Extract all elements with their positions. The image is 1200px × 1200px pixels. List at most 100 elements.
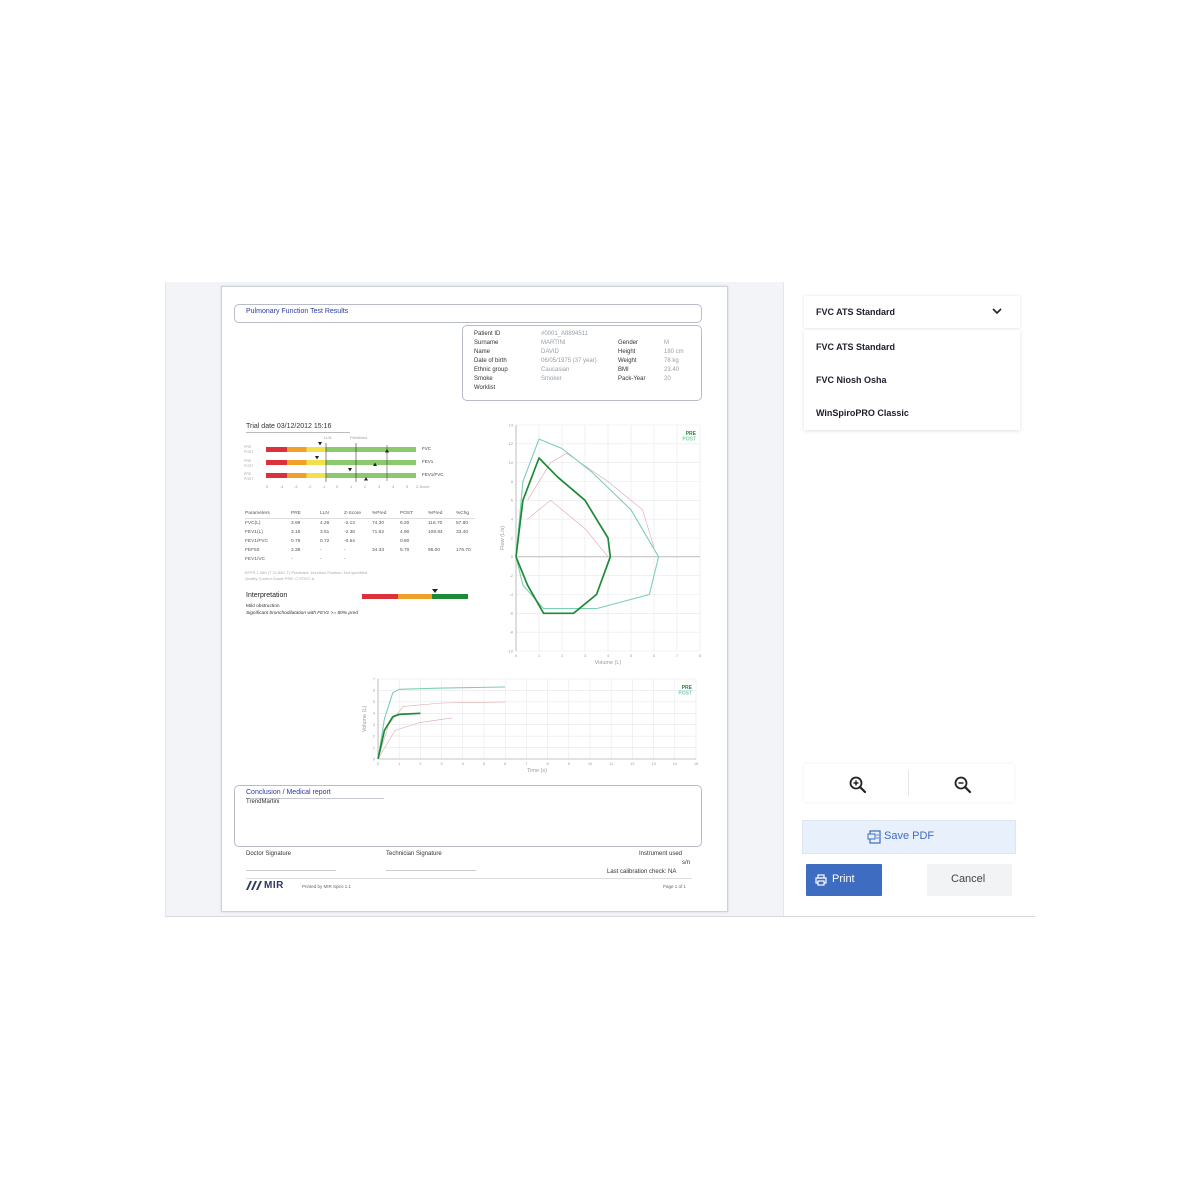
cell: - (344, 548, 346, 553)
y-tick-label: 3 (373, 723, 375, 727)
option-label: FVC Niosh Osha (816, 375, 887, 385)
cell: FEF50 (245, 548, 260, 553)
patient-label: BMI (618, 367, 629, 373)
dropdown-option-fvc-niosh[interactable]: FVC Niosh Osha (804, 364, 1020, 396)
patient-value: Caucasian (541, 367, 570, 373)
patient-label: Height (618, 349, 636, 355)
x-tick-label: 1 (398, 762, 400, 766)
patient-label: Date of birth (474, 358, 507, 364)
cell: -2.13 (344, 521, 355, 526)
col-header: Z-Score (344, 511, 362, 516)
x-tick-label: 0 (515, 654, 517, 658)
legend-entry: POST (682, 437, 696, 443)
cancel-label: Cancel (951, 873, 986, 885)
y-tick-label: 12 (509, 442, 513, 446)
y-tick-label: 2 (511, 536, 513, 540)
cancel-button[interactable]: Cancel (927, 864, 1012, 896)
cell: 5.70 (400, 548, 410, 553)
cell: 0.72 (320, 539, 330, 544)
x-tick-label: 1 (538, 654, 540, 658)
cell: 33.40 (456, 530, 469, 535)
trial-date-underline (246, 432, 350, 433)
standard-dropdown[interactable]: FVC ATS Standard (804, 296, 1020, 328)
save-pdf-label: Save PDF (884, 830, 935, 842)
legend-entry: POST (678, 691, 692, 697)
cell: -0.54 (344, 539, 355, 544)
trial-date: Trial date 03/12/2012 15:16 (246, 423, 332, 430)
conclusion-title: Conclusion / Medical report (246, 789, 331, 796)
cell: 176.70 (456, 548, 471, 553)
cell: - (320, 557, 322, 562)
x-tick-label: 10 (588, 762, 592, 766)
x-tick-label: 3 (441, 762, 443, 766)
x-tick-label: 3 (584, 654, 586, 658)
x-tick-label: 8 (699, 654, 701, 658)
cell: FEV1(L) (245, 530, 263, 535)
cell: 3.15 (291, 530, 301, 535)
dropdown-option-fvc-ats[interactable]: FVC ATS Standard (804, 331, 1020, 363)
cell: - (344, 557, 346, 562)
conclusion-box: Conclusion / Medical report TrendMartini (234, 785, 702, 847)
report-dialog: Pulmonary Function Test Results Patient … (165, 282, 1036, 917)
instrument-label: Instrument used (639, 851, 683, 857)
zoom-out-icon (954, 776, 972, 794)
scale-tick: 2 (364, 485, 367, 489)
patient-label: Worklist (474, 385, 496, 391)
y-tick-label: 6 (511, 499, 513, 503)
y-tick-label: 5 (373, 700, 375, 704)
cell: 4.90 (400, 530, 410, 535)
cell: - (291, 557, 293, 562)
patient-value: DAVID (541, 349, 559, 355)
calibration-check: Last calibration check: NA (607, 869, 677, 875)
cell: 57.80 (456, 521, 469, 526)
y-tick-label: -10 (508, 649, 514, 653)
x-tick-label: 14 (673, 762, 677, 766)
patient-label: Pack-Year (618, 376, 646, 382)
pre-marker (348, 468, 352, 472)
x-tick-label: 15 (694, 762, 698, 766)
zoom-controls (804, 764, 1014, 802)
patient-value: M (664, 340, 669, 346)
pre-marker (318, 442, 322, 446)
zoom-in-icon (849, 776, 867, 794)
col-header: Parameters (245, 511, 270, 516)
cell: FVC(L) (245, 521, 261, 526)
print-button[interactable]: Print (806, 864, 882, 896)
dropdown-option-winspiropro[interactable]: WinSpiroPRO Classic (804, 397, 1020, 429)
dropdown-selected: FVC ATS Standard (816, 307, 896, 317)
col-header: %Pred (428, 511, 443, 516)
patient-value: #0001_A8894511 (541, 331, 588, 337)
x-axis-label: Time (s) (527, 768, 547, 774)
x-tick-label: 0 (377, 762, 379, 766)
volume-time-chart: 0 1 2 3 4 5 6 7 8 9 10 11 12 13 14 1576543210Time (s)Vo… (362, 677, 698, 774)
patient-label: Smoke (474, 376, 493, 382)
patient-label: Ethnic group (474, 367, 508, 373)
post-marker (385, 449, 389, 453)
col-header: PRE (291, 511, 301, 516)
cell: 4.26 (320, 521, 330, 526)
patient-value: 20 (664, 376, 671, 382)
y-tick-label: 2 (373, 734, 375, 738)
y-tick-label: -4 (510, 593, 513, 597)
conclusion-text: TrendMartini (246, 799, 280, 805)
y-tick-label: 8 (511, 480, 513, 484)
zoom-out-button[interactable] (909, 764, 1013, 802)
patient-value: 180 cm (664, 349, 684, 355)
option-label: WinSpiroPRO Classic (816, 408, 909, 418)
save-pdf-button[interactable]: Save PDF (802, 820, 1016, 854)
zoom-in-button[interactable] (804, 764, 908, 802)
table-note: Quality Control Grade PRE: C POST: A (245, 576, 315, 581)
scale-tick: -1 (322, 485, 326, 489)
instrument-sn: s/n (682, 860, 691, 866)
interpretation-line1: Mild obstruction (246, 604, 280, 609)
cell: 74.30 (372, 521, 385, 526)
patient-label: Gender (618, 340, 639, 346)
x-tick-label: 4 (462, 762, 464, 766)
patient-value: 23.40 (664, 367, 680, 373)
reference-curve (527, 500, 609, 557)
x-tick-label: 9 (568, 762, 570, 766)
chevron-down-icon (992, 308, 1002, 315)
x-tick-label: 2 (561, 654, 563, 658)
report-preview-pane[interactable]: Pulmonary Function Test Results Patient … (166, 282, 783, 916)
report-header: Pulmonary Function Test Results (234, 304, 702, 323)
